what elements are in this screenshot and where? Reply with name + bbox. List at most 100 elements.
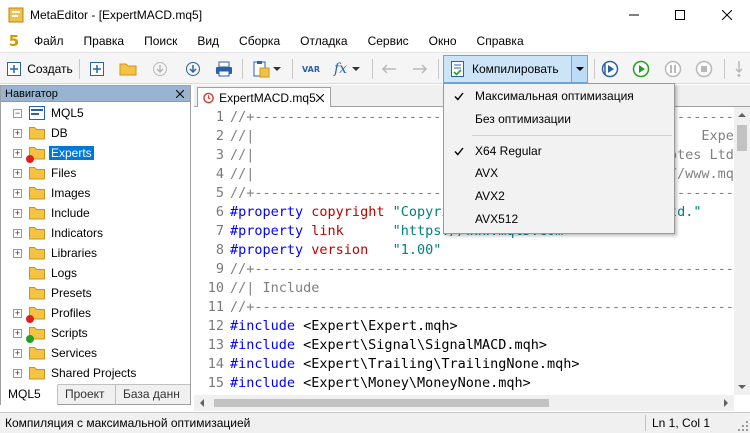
expand-icon[interactable]: + <box>13 308 22 318</box>
compile-options-dropdown-button[interactable] <box>571 56 587 82</box>
compile-option-avx2[interactable]: AVX2 <box>445 185 673 207</box>
line-number: 8 <box>215 242 224 258</box>
stop-icon <box>695 60 713 78</box>
insert-variable-button[interactable]: VAR <box>298 57 324 81</box>
expand-icon[interactable]: + <box>13 208 22 218</box>
expand-icon[interactable]: + <box>13 228 22 238</box>
tree-item-logs[interactable]: Logs <box>13 263 79 283</box>
download-button[interactable] <box>181 57 205 81</box>
tree-item-db[interactable]: + DB <box>13 123 70 143</box>
new-file-button[interactable] <box>85 57 109 81</box>
tree-item-images[interactable]: + Images <box>13 183 92 203</box>
run-button[interactable] <box>629 57 653 81</box>
code-token: #include <box>230 356 296 372</box>
code-line[interactable]: //+-------------------------------------… <box>230 298 750 317</box>
tree-item-services[interactable]: + Services <box>13 343 99 363</box>
compile-option-avx512[interactable]: AVX512 <box>445 208 673 230</box>
debug-start-button[interactable] <box>598 57 622 81</box>
tree-item-profiles[interactable]: + Profiles <box>13 303 93 323</box>
resize-grip-icon[interactable] <box>738 421 748 431</box>
tree-item-label: Include <box>51 206 90 220</box>
tab-database[interactable]: База данн <box>116 385 190 405</box>
stop-button[interactable] <box>692 57 716 81</box>
download-disabled-button[interactable] <box>148 57 172 81</box>
forward-button[interactable] <box>408 57 432 81</box>
tree-item-indicators[interactable]: + Indicators <box>13 223 105 243</box>
expand-icon[interactable]: + <box>13 248 22 258</box>
code-line[interactable]: #property version "1.00" <box>230 241 441 260</box>
code-line[interactable]: #include <Expert\Money\MoneyNone.mqh> <box>230 374 531 393</box>
tree-item-experts[interactable]: + Experts <box>13 143 94 163</box>
code-line[interactable]: //+-------------------------------------… <box>230 260 750 279</box>
plus-icon <box>7 62 22 76</box>
create-button[interactable]: Создать <box>6 57 74 81</box>
tab-project[interactable]: Проект <box>58 385 116 405</box>
folder-icon <box>26 146 45 163</box>
step-into-button[interactable] <box>730 57 748 81</box>
expand-icon[interactable]: + <box>13 128 22 138</box>
minimize-button[interactable] <box>611 0 657 30</box>
close-button[interactable] <box>704 0 750 30</box>
vertical-scrollbar[interactable] <box>734 107 750 395</box>
tree-item-label: Logs <box>51 266 78 280</box>
expand-icon[interactable]: + <box>13 168 22 178</box>
expand-icon[interactable]: + <box>13 188 22 198</box>
compile-option-avx[interactable]: AVX <box>445 162 673 184</box>
navigator-close-button[interactable] <box>173 87 187 101</box>
tree-item-presets[interactable]: Presets <box>13 283 94 303</box>
insert-function-button[interactable]: fx <box>328 57 366 81</box>
compile-button-label: Компилировать <box>472 62 559 76</box>
tree-item-label: Libraries <box>51 246 98 260</box>
pause-button[interactable] <box>661 57 685 81</box>
menu-window[interactable]: Окно <box>419 30 467 52</box>
play-icon <box>632 60 650 78</box>
editor-tab-expertmacd[interactable]: ExpertMACD.mq5 <box>197 87 331 108</box>
compile-option-label: X64 Regular <box>475 144 542 158</box>
compile-option-x64-regular[interactable]: X64 Regular <box>445 140 673 162</box>
tree-item-scripts[interactable]: + Scripts <box>13 323 90 343</box>
menu-debug[interactable]: Отладка <box>290 30 357 52</box>
tree-item-shared-projects[interactable]: + Shared Projects <box>13 363 138 383</box>
folder-icon <box>29 206 45 220</box>
tree-item-include[interactable]: + Include <box>13 203 92 223</box>
menu-file[interactable]: Файл <box>24 30 74 52</box>
compile-split-button[interactable]: Компилировать <box>443 55 588 83</box>
code-token: #property <box>230 223 304 239</box>
code-line[interactable]: #include <Expert\Expert.mqh> <box>230 317 458 336</box>
vertical-scrollbar-thumb[interactable] <box>737 125 747 151</box>
menu-search[interactable]: Поиск <box>134 30 187 52</box>
code-line[interactable]: #include <Expert\Signal\SignalMACD.mqh> <box>230 336 547 355</box>
editor-tab-close-button[interactable] <box>316 93 325 103</box>
code-token: <Expert\Trailing\TrailingNone.mqh> <box>295 356 580 372</box>
expand-icon[interactable]: + <box>13 368 22 378</box>
menu-view[interactable]: Вид <box>187 30 229 52</box>
expand-icon[interactable]: + <box>13 348 22 358</box>
compile-option-без-оптимизации[interactable]: Без оптимизации <box>445 108 673 130</box>
clipboard-dropdown-button[interactable] <box>248 57 284 81</box>
toolbar: Создать VAR fx Компилировать <box>0 52 750 84</box>
chevron-down-icon <box>272 67 281 71</box>
menu-help[interactable]: Справка <box>467 30 534 52</box>
code-line[interactable]: #include <Expert\Trailing\TrailingNone.m… <box>230 355 580 374</box>
code-line[interactable]: //| Include | <box>230 279 750 298</box>
horizontal-scrollbar[interactable] <box>194 395 734 411</box>
menu-tools[interactable]: Сервис <box>358 30 419 52</box>
tree-item-label: Scripts <box>51 326 88 340</box>
collapse-icon[interactable]: − <box>13 108 22 118</box>
print-button[interactable] <box>212 57 236 81</box>
expand-icon[interactable]: + <box>13 328 22 338</box>
tree-item-libraries[interactable]: + Libraries <box>13 243 99 263</box>
open-folder-button[interactable] <box>116 57 140 81</box>
tree-item-files[interactable]: + Files <box>13 163 78 183</box>
tree-root-mql5[interactable]: − MQL5 <box>13 103 86 123</box>
horizontal-scrollbar-thumb[interactable] <box>214 399 549 407</box>
back-button[interactable] <box>377 57 401 81</box>
menu-edit[interactable]: Правка <box>74 30 135 52</box>
tab-mql5[interactable]: MQL5 <box>1 384 58 405</box>
compile-button[interactable]: Компилировать <box>444 56 571 82</box>
maximize-button[interactable] <box>657 0 703 30</box>
compile-option-максимальная-оптимизация[interactable]: Максимальная оптимизация <box>445 85 673 107</box>
navigator-tabs: MQL5 Проект База данн <box>1 384 190 405</box>
menu-build[interactable]: Сборка <box>229 30 290 52</box>
expand-icon[interactable]: + <box>13 148 22 158</box>
